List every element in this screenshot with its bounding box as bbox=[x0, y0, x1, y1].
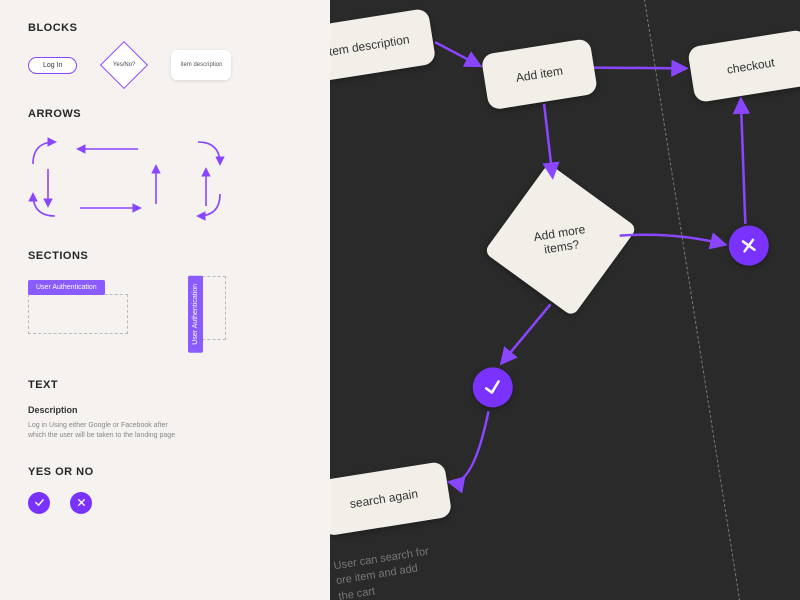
cross-icon bbox=[737, 234, 760, 257]
decision-block-label: Yes/No? bbox=[113, 62, 135, 68]
check-icon bbox=[34, 497, 45, 508]
yesno-heading: YES OR NO bbox=[28, 466, 302, 478]
flowchart-stage: r item item description Add item checkou… bbox=[330, 0, 800, 600]
section-tag: User Authentication bbox=[28, 280, 105, 295]
decision-block[interactable]: Yes/No? bbox=[100, 41, 148, 89]
check-icon bbox=[481, 376, 504, 399]
palette-sidebar: BLOCKS Log In Yes/No? item description A… bbox=[0, 0, 330, 600]
section-horizontal[interactable]: User Authentication bbox=[28, 276, 128, 334]
text-sample-heading: Description bbox=[28, 405, 302, 415]
process-block[interactable]: item description bbox=[171, 50, 231, 80]
text-heading: TEXT bbox=[28, 379, 302, 391]
arrows-samples bbox=[28, 134, 228, 224]
text-sample-body: Log in Using either Google or Facebook a… bbox=[28, 421, 178, 442]
no-badge[interactable] bbox=[726, 223, 772, 269]
node-checkout[interactable]: checkout bbox=[687, 29, 800, 103]
node-item-description[interactable]: item description bbox=[330, 8, 436, 84]
node-add-item[interactable]: Add item bbox=[481, 38, 598, 111]
sections-heading: SECTIONS bbox=[28, 250, 302, 262]
decision-label: Add more items? bbox=[498, 177, 624, 303]
yesno-row bbox=[28, 492, 302, 514]
sections-row: User Authentication User Authentication bbox=[28, 276, 302, 353]
text-sample[interactable]: Description Log in Using either Google o… bbox=[28, 405, 302, 442]
section-body bbox=[28, 294, 128, 334]
terminator-block[interactable]: Log In bbox=[28, 57, 77, 74]
arrows-heading: ARROWS bbox=[28, 108, 302, 120]
section-vertical[interactable]: User Authentication bbox=[188, 276, 226, 353]
section-tag-vertical: User Authentication bbox=[188, 276, 203, 353]
node-decision[interactable]: Add more items? bbox=[498, 177, 624, 303]
ghost-text-b: User can search for ore item and add the… bbox=[333, 545, 435, 600]
blocks-row: Log In Yes/No? item description bbox=[28, 48, 302, 82]
node-search-again[interactable]: search again bbox=[330, 461, 452, 537]
yes-badge[interactable] bbox=[470, 364, 516, 410]
section-body-vertical bbox=[202, 276, 226, 340]
blocks-heading: BLOCKS bbox=[28, 22, 302, 34]
flowchart-canvas[interactable]: r item item description Add item checkou… bbox=[330, 0, 800, 600]
yes-chip[interactable] bbox=[28, 492, 50, 514]
no-chip[interactable] bbox=[70, 492, 92, 514]
cross-icon bbox=[76, 497, 87, 508]
